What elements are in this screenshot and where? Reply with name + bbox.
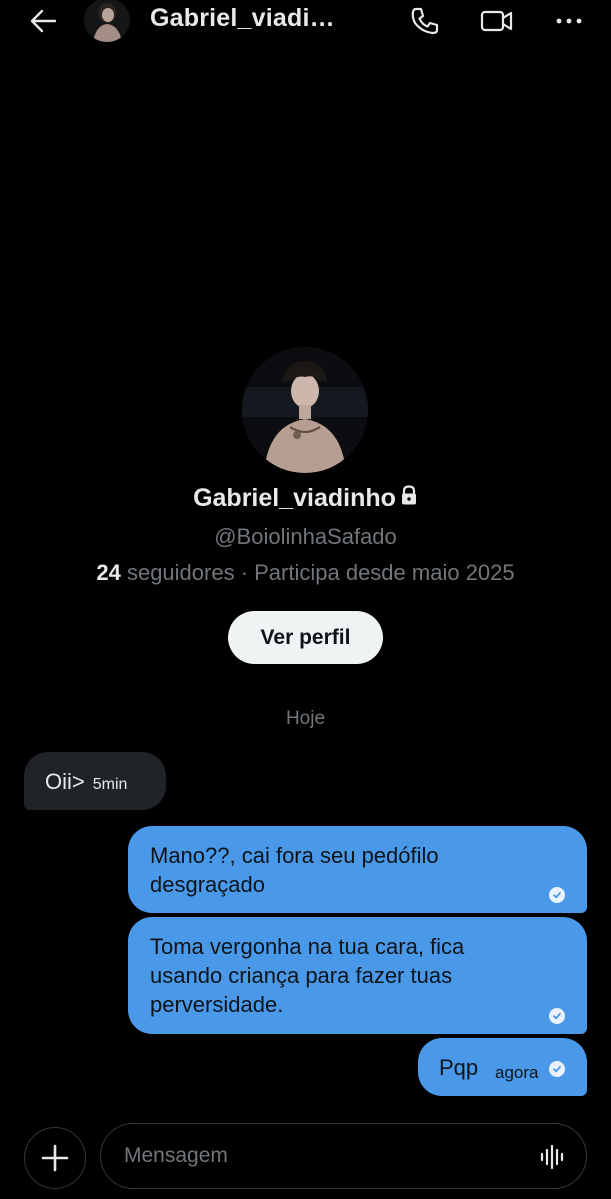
message-time: 5min — [92, 776, 128, 793]
message-input[interactable] — [100, 1123, 587, 1189]
conversation-header: Gabriel_viadi… — [0, 0, 611, 44]
audio-waveform-icon — [540, 1144, 564, 1170]
message-text: Pqp — [439, 1055, 479, 1080]
message-text: Oii> — [45, 769, 85, 794]
profile-name[interactable]: Gabriel_viadinho — [0, 484, 611, 513]
read-check-icon — [549, 1008, 565, 1024]
profile-name-text: Gabriel_viadinho — [193, 484, 396, 512]
call-button[interactable] — [406, 2, 444, 40]
message-text: Toma vergonha na tua cara, fica usando c… — [150, 934, 465, 1017]
incoming-message[interactable]: Oii> 5min — [24, 752, 166, 810]
lock-icon — [400, 483, 418, 512]
plus-icon — [41, 1144, 69, 1172]
add-attachment-button[interactable] — [24, 1127, 86, 1189]
avatar[interactable] — [84, 0, 130, 42]
message-text: Mano??, cai fora seu pedófilo desgraçado — [150, 843, 439, 897]
video-camera-icon — [480, 10, 513, 32]
outgoing-message[interactable]: Mano??, cai fora seu pedófilo desgraçado — [128, 826, 587, 913]
day-separator: Hoje — [285, 708, 326, 729]
conversation-title[interactable]: Gabriel_viadi… — [150, 4, 335, 33]
read-check-icon — [549, 887, 565, 903]
more-vertical-icon — [556, 18, 582, 24]
phone-icon — [411, 7, 439, 35]
message-composer — [0, 1120, 611, 1190]
message-time: agora — [495, 1063, 539, 1082]
voice-message-button[interactable] — [537, 1142, 567, 1172]
read-check-icon — [549, 1061, 565, 1077]
view-profile-button[interactable]: Ver perfil — [228, 611, 383, 664]
video-call-button[interactable] — [478, 2, 516, 40]
outgoing-message[interactable]: Pqp agora — [418, 1038, 587, 1096]
outgoing-message[interactable]: Toma vergonha na tua cara, fica usando c… — [128, 917, 587, 1034]
more-options-button[interactable] — [550, 2, 588, 40]
back-button[interactable] — [26, 4, 60, 38]
followers-count: 24 — [96, 560, 121, 585]
followers-label: seguidores · Participa desde maio 2025 — [120, 560, 515, 585]
profile-meta: 24 seguidores · Participa desde maio 202… — [0, 560, 611, 586]
back-arrow-icon — [30, 9, 57, 33]
profile-handle: @BoiolinhaSafado — [214, 524, 397, 549]
profile-avatar[interactable] — [242, 347, 368, 473]
